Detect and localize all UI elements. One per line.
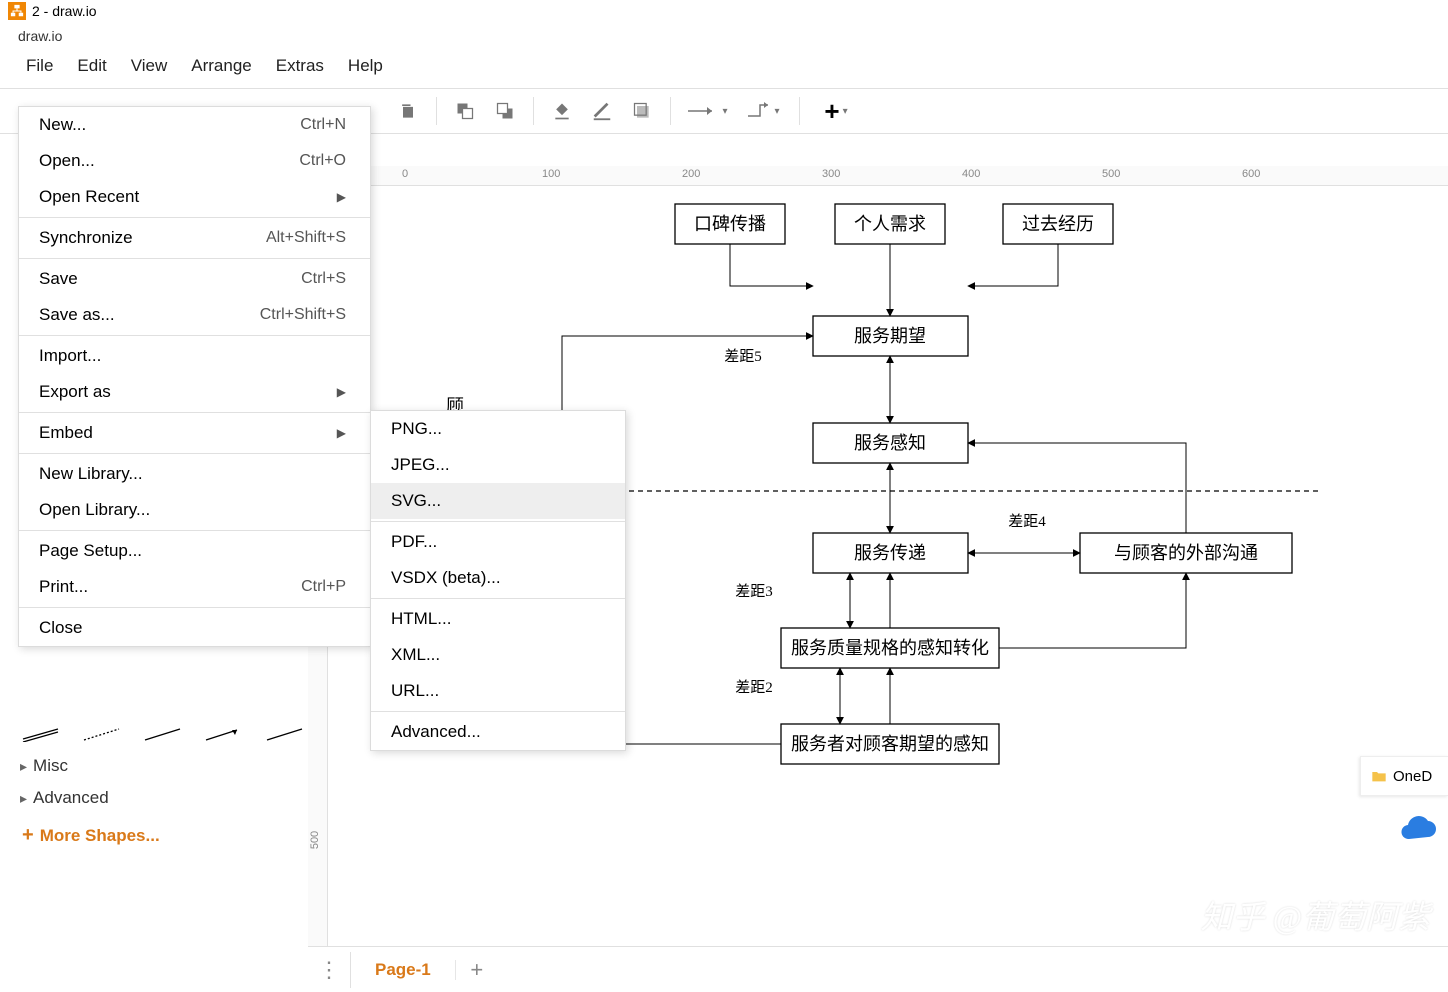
menu-new-library[interactable]: New Library... — [19, 456, 370, 492]
svg-text:差距2: 差距2 — [735, 679, 773, 696]
app-subtitle: draw.io — [0, 22, 1448, 48]
horizontal-ruler: 0 100 200 300 400 500 600 — [357, 166, 1448, 186]
svg-text:服务者对顾客期望的感知: 服务者对顾客期望的感知 — [791, 734, 989, 754]
menu-close[interactable]: Close — [19, 610, 370, 646]
export-jpeg[interactable]: JPEG... — [371, 447, 625, 483]
waypoint-icon[interactable]: ▾ — [739, 95, 787, 127]
menu-edit[interactable]: Edit — [69, 52, 114, 80]
menu-new[interactable]: New...Ctrl+N — [19, 107, 370, 143]
to-front-icon[interactable] — [449, 95, 481, 127]
export-html[interactable]: HTML... — [371, 601, 625, 637]
add-page-icon[interactable]: + — [456, 949, 498, 991]
menubar: File Edit View Arrange Extras Help — [0, 48, 1448, 88]
more-shapes-link[interactable]: +More Shapes... — [18, 814, 308, 857]
file-menu-dropdown: New...Ctrl+N Open...Ctrl+O Open Recent▶ … — [18, 106, 371, 647]
delete-icon[interactable] — [392, 95, 424, 127]
svg-text:服务期望: 服务期望 — [854, 326, 926, 346]
export-xml[interactable]: XML... — [371, 637, 625, 673]
shadow-icon[interactable] — [626, 95, 658, 127]
page-tab-1[interactable]: Page-1 — [351, 960, 456, 980]
line-icon[interactable] — [142, 724, 185, 744]
menu-file[interactable]: File — [18, 52, 61, 80]
sidebar-cat-misc[interactable]: Misc — [18, 750, 308, 782]
menu-sync[interactable]: SynchronizeAlt+Shift+S — [19, 220, 370, 256]
svg-text:服务感知: 服务感知 — [854, 433, 926, 453]
connection-icon[interactable]: ▾ — [683, 95, 731, 127]
menu-export-as[interactable]: Export as▶ — [19, 374, 370, 410]
menu-save-as[interactable]: Save as...Ctrl+Shift+S — [19, 297, 370, 333]
page-menu-icon[interactable]: ⋮ — [308, 949, 350, 991]
svg-text:差距4: 差距4 — [1008, 513, 1046, 530]
menu-view[interactable]: View — [123, 52, 176, 80]
export-submenu: PNG... JPEG... SVG... PDF... VSDX (beta)… — [370, 410, 626, 751]
svg-text:服务传递: 服务传递 — [854, 543, 926, 563]
svg-text:口碑传播: 口碑传播 — [694, 214, 766, 234]
menu-open[interactable]: Open...Ctrl+O — [19, 143, 370, 179]
menu-help[interactable]: Help — [340, 52, 391, 80]
watermark-text: 知乎 @葡萄阿紫 — [1201, 892, 1430, 938]
shape-palette-row — [18, 718, 308, 750]
onedrive-folder-icon — [1371, 768, 1387, 784]
window-title: 2 - draw.io — [32, 3, 97, 19]
double-line-icon[interactable] — [20, 724, 63, 744]
page-tabs: ⋮ Page-1 + — [308, 946, 1448, 992]
svg-text:服务质量规格的感知转化: 服务质量规格的感知转化 — [791, 638, 989, 658]
arrow-line-icon[interactable] — [202, 724, 245, 744]
menu-open-recent[interactable]: Open Recent▶ — [19, 179, 370, 215]
onedrive-overlay[interactable]: OneD — [1360, 756, 1448, 796]
export-png[interactable]: PNG... — [371, 411, 625, 447]
export-url[interactable]: URL... — [371, 673, 625, 709]
menu-extras[interactable]: Extras — [268, 52, 332, 80]
line-color-icon[interactable] — [586, 95, 618, 127]
export-vsdx[interactable]: VSDX (beta)... — [371, 560, 625, 596]
export-svg[interactable]: SVG... — [371, 483, 625, 519]
onedrive-label: OneD — [1393, 768, 1432, 785]
to-back-icon[interactable] — [489, 95, 521, 127]
menu-print[interactable]: Print...Ctrl+P — [19, 569, 370, 605]
cloud-sync-icon[interactable] — [1394, 806, 1440, 852]
svg-text:差距3: 差距3 — [735, 583, 773, 600]
line-icon-2[interactable] — [263, 724, 306, 744]
drawio-logo-icon — [8, 2, 26, 20]
menu-arrange[interactable]: Arrange — [183, 52, 259, 80]
dotted-line-icon[interactable] — [81, 724, 124, 744]
menu-open-library[interactable]: Open Library... — [19, 492, 370, 528]
insert-icon[interactable]: +▾ — [812, 95, 860, 127]
svg-text:个人需求: 个人需求 — [854, 214, 926, 234]
window-titlebar: 2 - draw.io — [0, 0, 1448, 22]
svg-text:与顾客的外部沟通: 与顾客的外部沟通 — [1114, 543, 1258, 563]
fill-color-icon[interactable] — [546, 95, 578, 127]
menu-page-setup[interactable]: Page Setup... — [19, 533, 370, 569]
export-pdf[interactable]: PDF... — [371, 524, 625, 560]
export-advanced[interactable]: Advanced... — [371, 714, 625, 750]
menu-import[interactable]: Import... — [19, 338, 370, 374]
svg-text:过去经历: 过去经历 — [1022, 214, 1094, 234]
menu-save[interactable]: SaveCtrl+S — [19, 261, 370, 297]
svg-text:差距5: 差距5 — [724, 348, 762, 365]
sidebar-cat-advanced[interactable]: Advanced — [18, 782, 308, 814]
menu-embed[interactable]: Embed▶ — [19, 415, 370, 451]
